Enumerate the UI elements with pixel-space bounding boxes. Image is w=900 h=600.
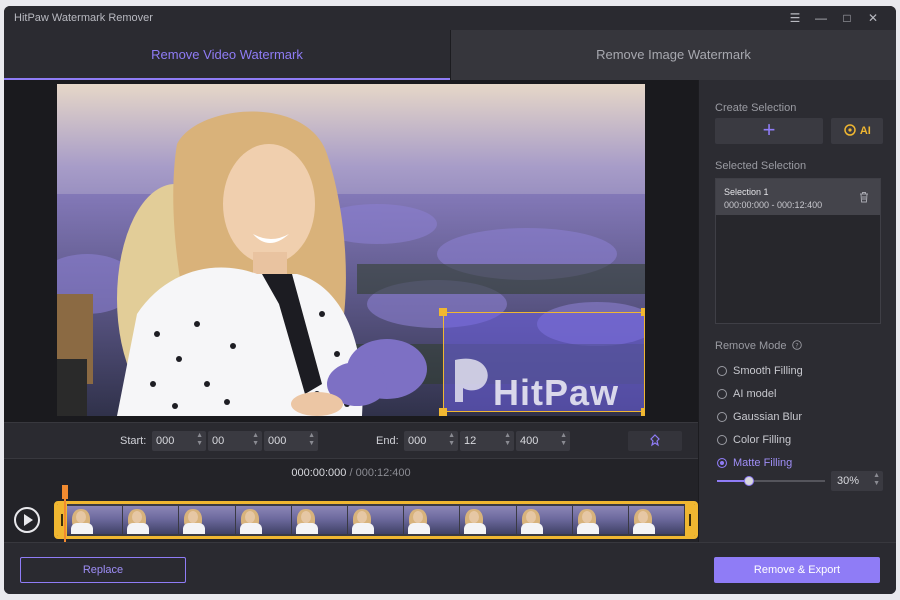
spinner-arrows-icon[interactable]: ▲ ▼ <box>252 432 259 448</box>
minimize-icon[interactable]: — <box>810 9 832 27</box>
timeline-thumbnail <box>516 506 572 534</box>
ai-detect-button[interactable]: AI <box>831 118 883 144</box>
app-title: HitPaw Watermark Remover <box>14 12 153 24</box>
video-preview: HitPaw <box>4 80 698 422</box>
spinner-arrows-icon[interactable]: ▲ ▼ <box>308 432 315 448</box>
timeline-track[interactable] <box>54 501 698 539</box>
start-millis-spinner[interactable]: 000 ▲ ▼ <box>264 431 318 451</box>
start-minutes-spinner[interactable]: 000 ▲ ▼ <box>152 431 206 451</box>
maximize-icon[interactable]: □ <box>836 9 858 27</box>
radio-icon[interactable] <box>717 458 727 468</box>
matte-percent-spinner[interactable]: 30% ▲ ▼ <box>831 471 883 491</box>
timeline-thumbnail <box>628 506 685 534</box>
replace-button[interactable]: Replace <box>20 557 186 583</box>
spinner-arrows-icon[interactable]: ▲ ▼ <box>448 432 455 448</box>
selection-list: Selection 1 000:00:000 - 000:12:400 <box>715 178 881 324</box>
footer-bar: Replace Remove & Export <box>4 542 896 594</box>
timeline-thumbnail <box>347 506 404 534</box>
matte-slider[interactable] <box>717 476 825 486</box>
start-seconds-spinner[interactable]: 00 ▲ ▼ <box>208 431 262 451</box>
slider-knob[interactable] <box>744 476 755 486</box>
end-millis-spinner[interactable]: 400 ▲ ▼ <box>516 431 570 451</box>
create-selection-heading: Create Selection <box>715 102 797 114</box>
app-window: HitPaw Watermark Remover ☰ — □ ✕ Remove … <box>4 6 896 594</box>
close-icon[interactable]: ✕ <box>862 9 884 27</box>
plus-icon: + <box>762 117 776 142</box>
select-area-button[interactable] <box>628 431 682 451</box>
timeline-thumbnail <box>67 506 123 534</box>
spinner-arrows-icon[interactable]: ▲ ▼ <box>560 432 567 448</box>
title-bar: HitPaw Watermark Remover ☰ — □ ✕ <box>4 6 896 30</box>
time-separator: / <box>349 467 353 479</box>
resize-handle-top-right[interactable] <box>641 308 645 316</box>
add-selection-button[interactable]: + <box>715 118 823 144</box>
ai-button-label: AI <box>859 125 871 137</box>
timeline-thumbnail <box>291 506 347 534</box>
end-label: End: <box>376 435 399 447</box>
radio-icon[interactable] <box>717 389 727 399</box>
start-label: Start: <box>120 435 147 447</box>
help-icon[interactable]: ? <box>791 340 802 350</box>
resize-handle-bottom-left[interactable] <box>439 408 447 416</box>
playhead-handle[interactable] <box>62 485 68 499</box>
trash-icon[interactable] <box>858 191 870 203</box>
selection-name: Selection 1 <box>724 187 769 197</box>
watermark-text: HitPaw <box>493 372 620 413</box>
selection-range: 000:00:000 - 000:12:400 <box>724 200 823 210</box>
remove-export-button[interactable]: Remove & Export <box>714 557 880 583</box>
timeline-thumbnail <box>179 506 235 534</box>
ai-sparkle-icon <box>844 124 856 136</box>
spinner-arrows-icon[interactable]: ▲ ▼ <box>196 432 203 448</box>
resize-handle-bottom-right[interactable] <box>641 408 645 416</box>
pin-icon <box>650 434 660 447</box>
radio-icon[interactable] <box>717 412 727 422</box>
settings-panel: Create Selection + AI Selected Selection… <box>698 80 896 542</box>
radio-icon[interactable] <box>717 435 727 445</box>
mode-tabs: Remove Video Watermark Remove Image Wate… <box>4 30 896 80</box>
radio-icon[interactable] <box>717 366 727 376</box>
timeline-thumbnail <box>404 506 460 534</box>
total-time: 000:12:400 <box>355 467 411 479</box>
video-frame: HitPaw <box>57 84 645 416</box>
timeline: 000:00:000 / 000:12:400 <box>4 458 698 543</box>
spinner-arrows-icon[interactable]: ▲ ▼ <box>504 432 511 448</box>
timeline-thumbnail <box>235 506 291 534</box>
tab-remove-video-watermark[interactable]: Remove Video Watermark <box>4 30 450 80</box>
tab-remove-image-watermark[interactable]: Remove Image Watermark <box>450 30 896 80</box>
spinner-arrows-icon[interactable]: ▲ ▼ <box>873 472 880 488</box>
resize-handle-top-left[interactable] <box>439 308 447 316</box>
timeline-thumbnail <box>572 506 628 534</box>
selected-selection-heading: Selected Selection <box>715 160 807 172</box>
list-item[interactable]: Selection 1 000:00:000 - 000:12:400 <box>716 179 880 215</box>
watermark-logo-icon <box>455 358 488 402</box>
timeline-thumbnail <box>460 506 516 534</box>
current-time: 000:00:000 <box>291 467 347 479</box>
play-button[interactable] <box>14 507 40 533</box>
end-seconds-spinner[interactable]: 12 ▲ ▼ <box>460 431 514 451</box>
playhead-line <box>64 499 66 543</box>
thumbnail-strip <box>67 506 685 534</box>
menu-icon[interactable]: ☰ <box>784 9 806 27</box>
timeline-thumbnail <box>123 506 179 534</box>
trim-handle-right[interactable] <box>685 504 695 536</box>
remove-mode-heading: Remove Mode ? <box>715 340 802 352</box>
svg-text:?: ? <box>795 342 798 350</box>
range-controls: Start: 000 ▲ ▼ 00 ▲ ▼ 000 ▲ ▼ End: 000 ▲ ▼ 1… <box>4 422 698 458</box>
timecode: 000:00:000 / 000:12:400 <box>4 467 698 479</box>
end-minutes-spinner[interactable]: 000 ▲ ▼ <box>404 431 458 451</box>
